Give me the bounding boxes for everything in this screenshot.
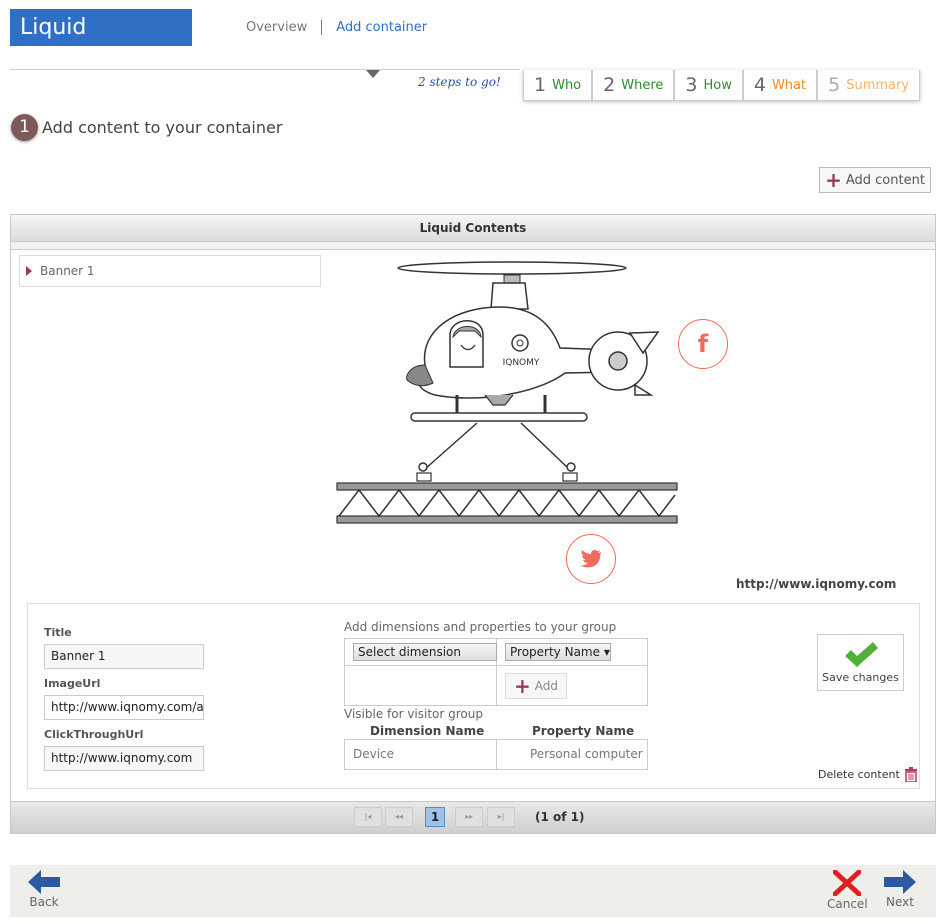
delete-content-label: Delete content (818, 768, 900, 781)
step-number: 2 (603, 74, 616, 96)
pager: |◂ ◂◂ 1 ▸▸ ▸| (1 of 1) (11, 801, 935, 833)
section-number-badge: 1 (11, 114, 38, 141)
panel-subbar (11, 242, 935, 250)
wizard-steps: 1 Who 2 Where 3 How 4 What 5 Summary (523, 70, 921, 101)
step-label: How (703, 77, 732, 93)
liquid-contents-panel: Liquid Contents Banner 1 IQNOMY f http:/… (10, 214, 936, 834)
step-what[interactable]: 4 What (742, 70, 818, 101)
last-page-button[interactable]: ▸| (487, 807, 515, 827)
twitter-bird-icon (580, 550, 601, 568)
select-dimension-dropdown[interactable]: Select dimension (353, 643, 497, 661)
step-label: Who (552, 77, 582, 93)
next-page-button[interactable]: ▸▸ (455, 807, 483, 827)
save-changes-label: Save changes (822, 670, 899, 684)
tree-item-banner[interactable]: Banner 1 (19, 255, 321, 287)
visible-group-title: Visible for visitor group (344, 707, 483, 721)
prev-page-button[interactable]: ◂◂ (385, 807, 413, 827)
title-label: Title (44, 626, 72, 639)
logo-text: IQNOMY (503, 358, 540, 368)
content-form: Title Banner 1 ImageUrl http://www.iqnom… (27, 603, 920, 789)
nav-overview-link[interactable]: Overview (246, 20, 323, 35)
wizard-footer: Back Cancel Next (10, 865, 936, 917)
tree-item-label: Banner 1 (40, 264, 95, 278)
delete-content-link[interactable]: Delete content (818, 767, 918, 782)
step-who[interactable]: 1 Who (523, 70, 593, 101)
click-through-url-input[interactable]: http://www.iqnomy.com (44, 746, 204, 771)
column-property-name: Property Name (532, 724, 635, 738)
step-label: Where (621, 77, 664, 93)
column-dimension-name: Dimension Name (370, 724, 485, 738)
step-how[interactable]: 3 How (674, 70, 743, 101)
cancel-label: Cancel (827, 897, 868, 911)
step-label: What (771, 77, 807, 93)
step-summary[interactable]: 5 Summary (817, 70, 921, 101)
back-label: Back (29, 895, 59, 909)
panel-title: Liquid Contents (11, 215, 935, 242)
add-content-button[interactable]: + Add content (819, 167, 931, 193)
section-title: Add content to your container (42, 118, 283, 137)
divider (10, 69, 520, 70)
checkmark-icon (844, 641, 878, 667)
title-input[interactable]: Banner 1 (44, 644, 204, 669)
step-label: Summary (846, 77, 910, 93)
row-dimension: Device (353, 747, 395, 761)
visitor-group-row: Device Personal computer (344, 739, 648, 770)
twitter-icon[interactable] (566, 534, 616, 584)
facebook-icon[interactable]: f (678, 319, 728, 369)
click-through-url-label: ClickThroughUrl (44, 728, 144, 741)
page-info: (1 of 1) (535, 810, 585, 824)
step-number: 4 (753, 74, 766, 96)
caret-down-icon (366, 70, 380, 78)
top-nav: Overview Add container (246, 20, 427, 35)
expand-arrow-icon[interactable] (26, 266, 32, 276)
next-arrow-icon (884, 870, 916, 894)
nav-add-container-link[interactable]: Add container (322, 20, 427, 35)
dropdown-arrow-icon: ▾ (603, 645, 610, 659)
image-url-label: ImageUrl (44, 677, 101, 690)
next-label: Next (886, 895, 914, 909)
dimensions-table: Select dimension Property Name ▾ + Add (344, 638, 648, 706)
step-number: 3 (685, 74, 698, 96)
back-button[interactable]: Back (28, 870, 60, 909)
save-changes-button[interactable]: Save changes (817, 634, 904, 691)
banner-preview-image: IQNOMY (336, 261, 678, 524)
property-name-value: Property Name (510, 645, 600, 659)
step-number: 5 (828, 74, 841, 96)
app-title: Liquid Container (10, 9, 192, 77)
plus-icon: + (514, 674, 531, 698)
next-button[interactable]: Next (884, 870, 916, 909)
image-url-input[interactable]: http://www.iqnomy.com/asse (44, 695, 204, 720)
first-page-button[interactable]: |◂ (354, 807, 382, 827)
row-property: Personal computer (530, 747, 643, 761)
plus-icon: + (825, 168, 842, 192)
add-property-button[interactable]: + Add (505, 673, 567, 699)
property-name-dropdown[interactable]: Property Name ▾ (505, 643, 611, 661)
step-where[interactable]: 2 Where (592, 70, 675, 101)
preview-url: http://www.iqnomy.com (736, 577, 897, 591)
add-label: Add (534, 679, 558, 693)
steps-remaining-note: 2 steps to go! (418, 75, 501, 89)
add-content-label: Add content (845, 172, 925, 188)
section-heading: 1 Add content to your container (11, 114, 282, 141)
trash-icon (904, 767, 917, 782)
cancel-button[interactable]: Cancel (827, 870, 868, 911)
cancel-x-icon (833, 870, 862, 896)
current-page-button[interactable]: 1 (425, 807, 445, 827)
dimensions-title: Add dimensions and properties to your gr… (344, 620, 617, 634)
back-arrow-icon (28, 870, 60, 894)
step-number: 1 (534, 74, 547, 96)
